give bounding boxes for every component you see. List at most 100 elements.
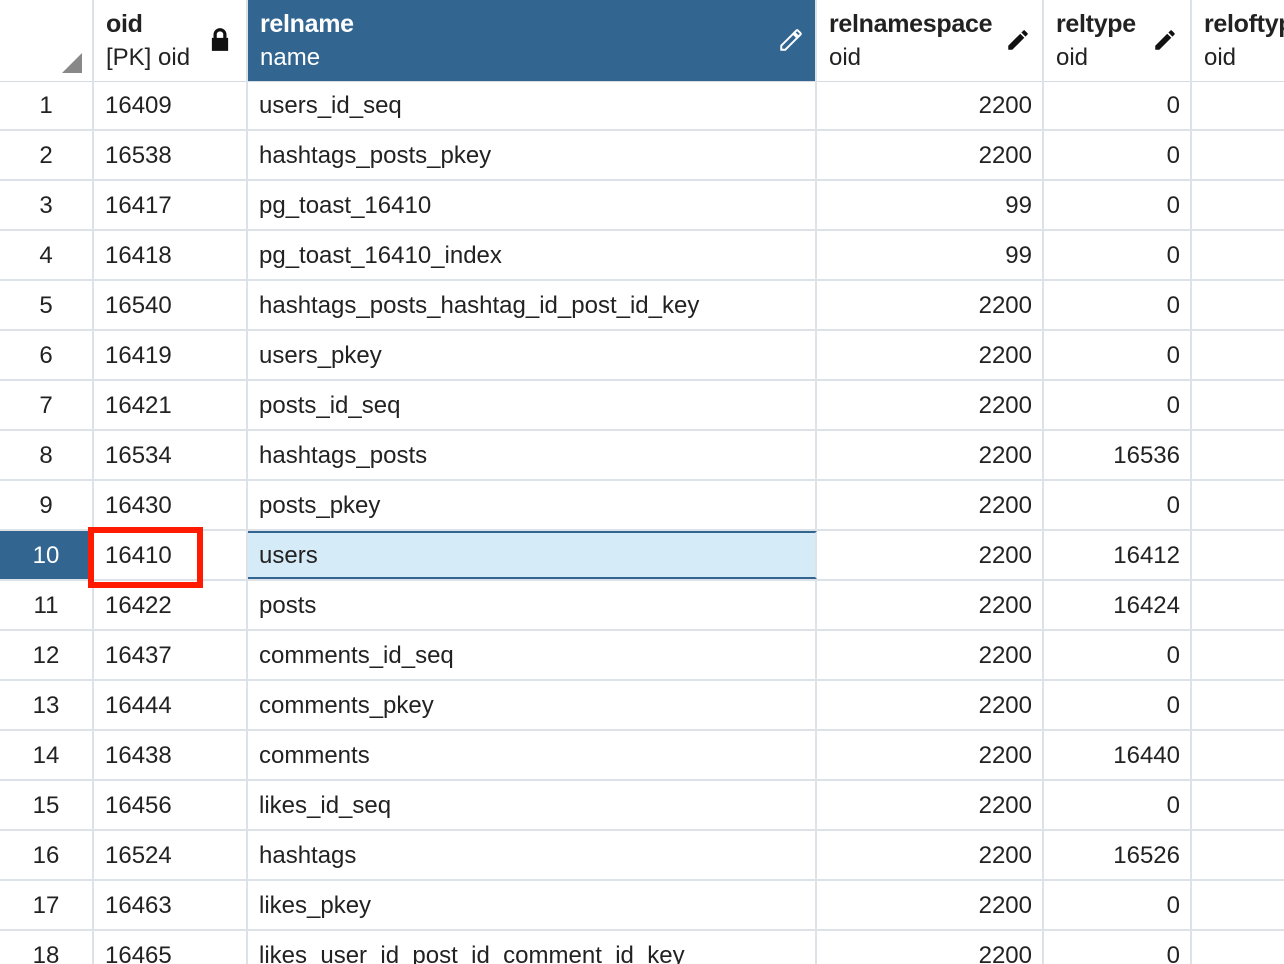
cell-oid[interactable]: 16421 bbox=[94, 381, 248, 429]
row-number[interactable]: 16 bbox=[0, 831, 94, 879]
cell-reltype[interactable]: 0 bbox=[1044, 631, 1192, 679]
cell-relnamespace[interactable]: 2200 bbox=[817, 631, 1044, 679]
cell-reloftype[interactable] bbox=[1192, 531, 1284, 579]
cell-relnamespace[interactable]: 2200 bbox=[817, 381, 1044, 429]
cell-reltype[interactable]: 0 bbox=[1044, 381, 1192, 429]
cell-oid[interactable]: 16438 bbox=[94, 731, 248, 779]
cell-relname[interactable]: hashtags_posts bbox=[248, 431, 817, 479]
cell-relname[interactable]: hashtags_posts_pkey bbox=[248, 131, 817, 179]
row-number[interactable]: 18 bbox=[0, 931, 94, 964]
table-row[interactable]: 4 16418 pg_toast_16410_index 99 0 bbox=[0, 231, 1284, 281]
column-header-relname[interactable]: relname name bbox=[248, 0, 817, 81]
cell-relnamespace[interactable]: 2200 bbox=[817, 81, 1044, 129]
column-header-oid[interactable]: oid [PK] oid bbox=[94, 0, 248, 81]
row-number[interactable]: 14 bbox=[0, 731, 94, 779]
cell-relname[interactable]: hashtags bbox=[248, 831, 817, 879]
cell-reltype[interactable]: 0 bbox=[1044, 781, 1192, 829]
cell-reltype[interactable]: 16424 bbox=[1044, 581, 1192, 629]
cell-relnamespace[interactable]: 2200 bbox=[817, 731, 1044, 779]
column-header-reltype[interactable]: reltype oid bbox=[1044, 0, 1192, 81]
cell-relname[interactable]: users_id_seq bbox=[248, 81, 817, 129]
cell-oid[interactable]: 16444 bbox=[94, 681, 248, 729]
cell-reloftype[interactable] bbox=[1192, 731, 1284, 779]
cell-relname[interactable]: likes_pkey bbox=[248, 881, 817, 929]
cell-relnamespace[interactable]: 2200 bbox=[817, 331, 1044, 379]
cell-oid[interactable]: 16419 bbox=[94, 331, 248, 379]
cell-oid[interactable]: 16463 bbox=[94, 881, 248, 929]
cell-relname[interactable]: comments bbox=[248, 731, 817, 779]
cell-reloftype[interactable] bbox=[1192, 831, 1284, 879]
table-row[interactable]: 8 16534 hashtags_posts 2200 16536 bbox=[0, 431, 1284, 481]
pencil-icon[interactable] bbox=[778, 27, 804, 53]
cell-reloftype[interactable] bbox=[1192, 481, 1284, 529]
cell-relname[interactable]: posts bbox=[248, 581, 817, 629]
cell-relnamespace[interactable]: 2200 bbox=[817, 931, 1044, 964]
cell-reloftype[interactable] bbox=[1192, 631, 1284, 679]
cell-relname[interactable]: hashtags_posts_hashtag_id_post_id_key bbox=[248, 281, 817, 329]
cell-relname[interactable]: posts_id_seq bbox=[248, 381, 817, 429]
cell-reltype[interactable]: 16536 bbox=[1044, 431, 1192, 479]
cell-relnamespace[interactable]: 2200 bbox=[817, 881, 1044, 929]
cell-reloftype[interactable] bbox=[1192, 931, 1284, 964]
select-all-corner[interactable] bbox=[0, 0, 94, 81]
cell-relname[interactable]: likes_user_id_post_id_comment_id_key bbox=[248, 931, 817, 964]
cell-relnamespace[interactable]: 2200 bbox=[817, 781, 1044, 829]
cell-relnamespace[interactable]: 99 bbox=[817, 231, 1044, 279]
table-row[interactable]: 6 16419 users_pkey 2200 0 bbox=[0, 331, 1284, 381]
cell-relname[interactable]: posts_pkey bbox=[248, 481, 817, 529]
cell-reloftype[interactable] bbox=[1192, 281, 1284, 329]
row-number[interactable]: 11 bbox=[0, 581, 94, 629]
cell-relname[interactable]: users_pkey bbox=[248, 331, 817, 379]
cell-relname[interactable]: pg_toast_16410_index bbox=[248, 231, 817, 279]
pencil-icon[interactable] bbox=[1152, 27, 1178, 53]
cell-oid[interactable]: 16534 bbox=[94, 431, 248, 479]
cell-oid[interactable]: 16524 bbox=[94, 831, 248, 879]
cell-oid[interactable]: 16456 bbox=[94, 781, 248, 829]
cell-reltype[interactable]: 16412 bbox=[1044, 531, 1192, 579]
cell-reloftype[interactable] bbox=[1192, 131, 1284, 179]
cell-reltype[interactable]: 0 bbox=[1044, 681, 1192, 729]
cell-relname[interactable]: comments_pkey bbox=[248, 681, 817, 729]
pencil-icon[interactable] bbox=[1005, 27, 1031, 53]
row-number[interactable]: 12 bbox=[0, 631, 94, 679]
row-number[interactable]: 9 bbox=[0, 481, 94, 529]
cell-relnamespace[interactable]: 2200 bbox=[817, 831, 1044, 879]
cell-reltype[interactable]: 16526 bbox=[1044, 831, 1192, 879]
cell-relname[interactable]: likes_id_seq bbox=[248, 781, 817, 829]
cell-reltype[interactable]: 0 bbox=[1044, 181, 1192, 229]
cell-reloftype[interactable] bbox=[1192, 681, 1284, 729]
cell-oid[interactable]: 16540 bbox=[94, 281, 248, 329]
cell-relname[interactable]: pg_toast_16410 bbox=[248, 181, 817, 229]
row-number[interactable]: 13 bbox=[0, 681, 94, 729]
row-number[interactable]: 4 bbox=[0, 231, 94, 279]
cell-reltype[interactable]: 0 bbox=[1044, 481, 1192, 529]
row-number[interactable]: 15 bbox=[0, 781, 94, 829]
table-row[interactable]: 17 16463 likes_pkey 2200 0 bbox=[0, 881, 1284, 931]
cell-reloftype[interactable] bbox=[1192, 581, 1284, 629]
cell-reloftype[interactable] bbox=[1192, 81, 1284, 129]
cell-reltype[interactable]: 0 bbox=[1044, 931, 1192, 964]
table-row[interactable]: 5 16540 hashtags_posts_hashtag_id_post_id_… bbox=[0, 281, 1284, 331]
cell-relname[interactable]: comments_id_seq bbox=[248, 631, 817, 679]
cell-reltype[interactable]: 0 bbox=[1044, 331, 1192, 379]
cell-reloftype[interactable] bbox=[1192, 881, 1284, 929]
table-row[interactable]: 11 16422 posts 2200 16424 bbox=[0, 581, 1284, 631]
cell-reltype[interactable]: 16440 bbox=[1044, 731, 1192, 779]
cell-relnamespace[interactable]: 2200 bbox=[817, 681, 1044, 729]
cell-oid[interactable]: 16422 bbox=[94, 581, 248, 629]
row-number[interactable]: 5 bbox=[0, 281, 94, 329]
cell-reltype[interactable]: 0 bbox=[1044, 231, 1192, 279]
cell-relname[interactable]: users bbox=[248, 531, 817, 579]
table-row[interactable]: 10 16410 users 2200 16412 bbox=[0, 531, 1284, 581]
cell-reltype[interactable]: 0 bbox=[1044, 81, 1192, 129]
row-number[interactable]: 1 bbox=[0, 81, 94, 129]
row-number[interactable]: 10 bbox=[0, 531, 94, 579]
cell-reloftype[interactable] bbox=[1192, 431, 1284, 479]
cell-reltype[interactable]: 0 bbox=[1044, 281, 1192, 329]
table-row[interactable]: 14 16438 comments 2200 16440 bbox=[0, 731, 1284, 781]
cell-relnamespace[interactable]: 2200 bbox=[817, 431, 1044, 479]
column-header-relnamespace[interactable]: relnamespace oid bbox=[817, 0, 1044, 81]
cell-reloftype[interactable] bbox=[1192, 781, 1284, 829]
cell-reloftype[interactable] bbox=[1192, 331, 1284, 379]
table-row[interactable]: 3 16417 pg_toast_16410 99 0 bbox=[0, 181, 1284, 231]
